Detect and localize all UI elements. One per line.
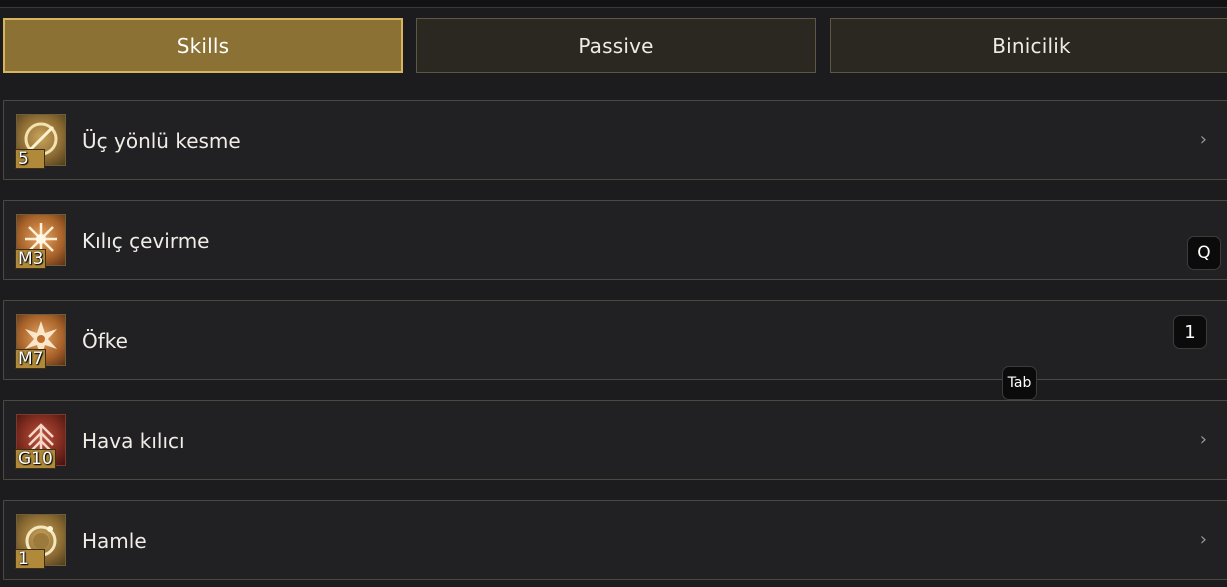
dash-ring-icon: 1 xyxy=(15,514,66,569)
skill-row-ofke[interactable]: M7 Öfke › xyxy=(3,300,1227,380)
tab-skills[interactable]: Skills xyxy=(3,18,403,73)
skill-level-badge: M3 xyxy=(15,249,47,269)
skill-name: Öfke xyxy=(82,329,128,353)
category-tabs: Skills Passive Binicilik xyxy=(3,18,1227,76)
skill-name: Hava kılıcı xyxy=(82,429,185,453)
skill-row-hava-kilici[interactable]: G10 Hava kılıcı › xyxy=(3,400,1227,480)
chevron-right-icon: › xyxy=(1199,529,1207,550)
air-sword-icon: G10 xyxy=(15,414,66,469)
skill-level-badge: M7 xyxy=(15,349,47,369)
sword-circle-icon: 5 xyxy=(15,114,66,169)
top-divider xyxy=(0,0,1227,8)
tab-binicilik[interactable]: Binicilik xyxy=(830,18,1227,73)
chevron-right-icon: › xyxy=(1199,429,1207,450)
skill-row-hamle[interactable]: 1 Hamle › xyxy=(3,500,1227,580)
skill-level-badge: 1 xyxy=(15,549,45,569)
skill-row-uc-yonlu-kesme[interactable]: 5 Üç yönlü kesme › xyxy=(3,100,1227,180)
tab-passive[interactable]: Passive xyxy=(416,18,816,73)
skill-level-badge: 5 xyxy=(15,149,45,169)
chevron-right-icon: › xyxy=(1199,129,1207,150)
skill-name: Hamle xyxy=(82,529,147,553)
skill-name: Kılıç çevirme xyxy=(82,229,210,253)
skill-level-badge: G10 xyxy=(15,449,56,469)
spinning-blades-icon: M3 xyxy=(15,214,66,269)
key-hint-q: Q xyxy=(1187,236,1221,270)
skill-row-kilic-cevirme[interactable]: M3 Kılıç çevirme › xyxy=(3,200,1227,280)
key-hint-1: 1 xyxy=(1173,315,1207,349)
key-hint-tab: Tab xyxy=(1002,366,1037,400)
skill-name: Üç yönlü kesme xyxy=(82,129,241,153)
rage-burst-icon: M7 xyxy=(15,314,66,369)
